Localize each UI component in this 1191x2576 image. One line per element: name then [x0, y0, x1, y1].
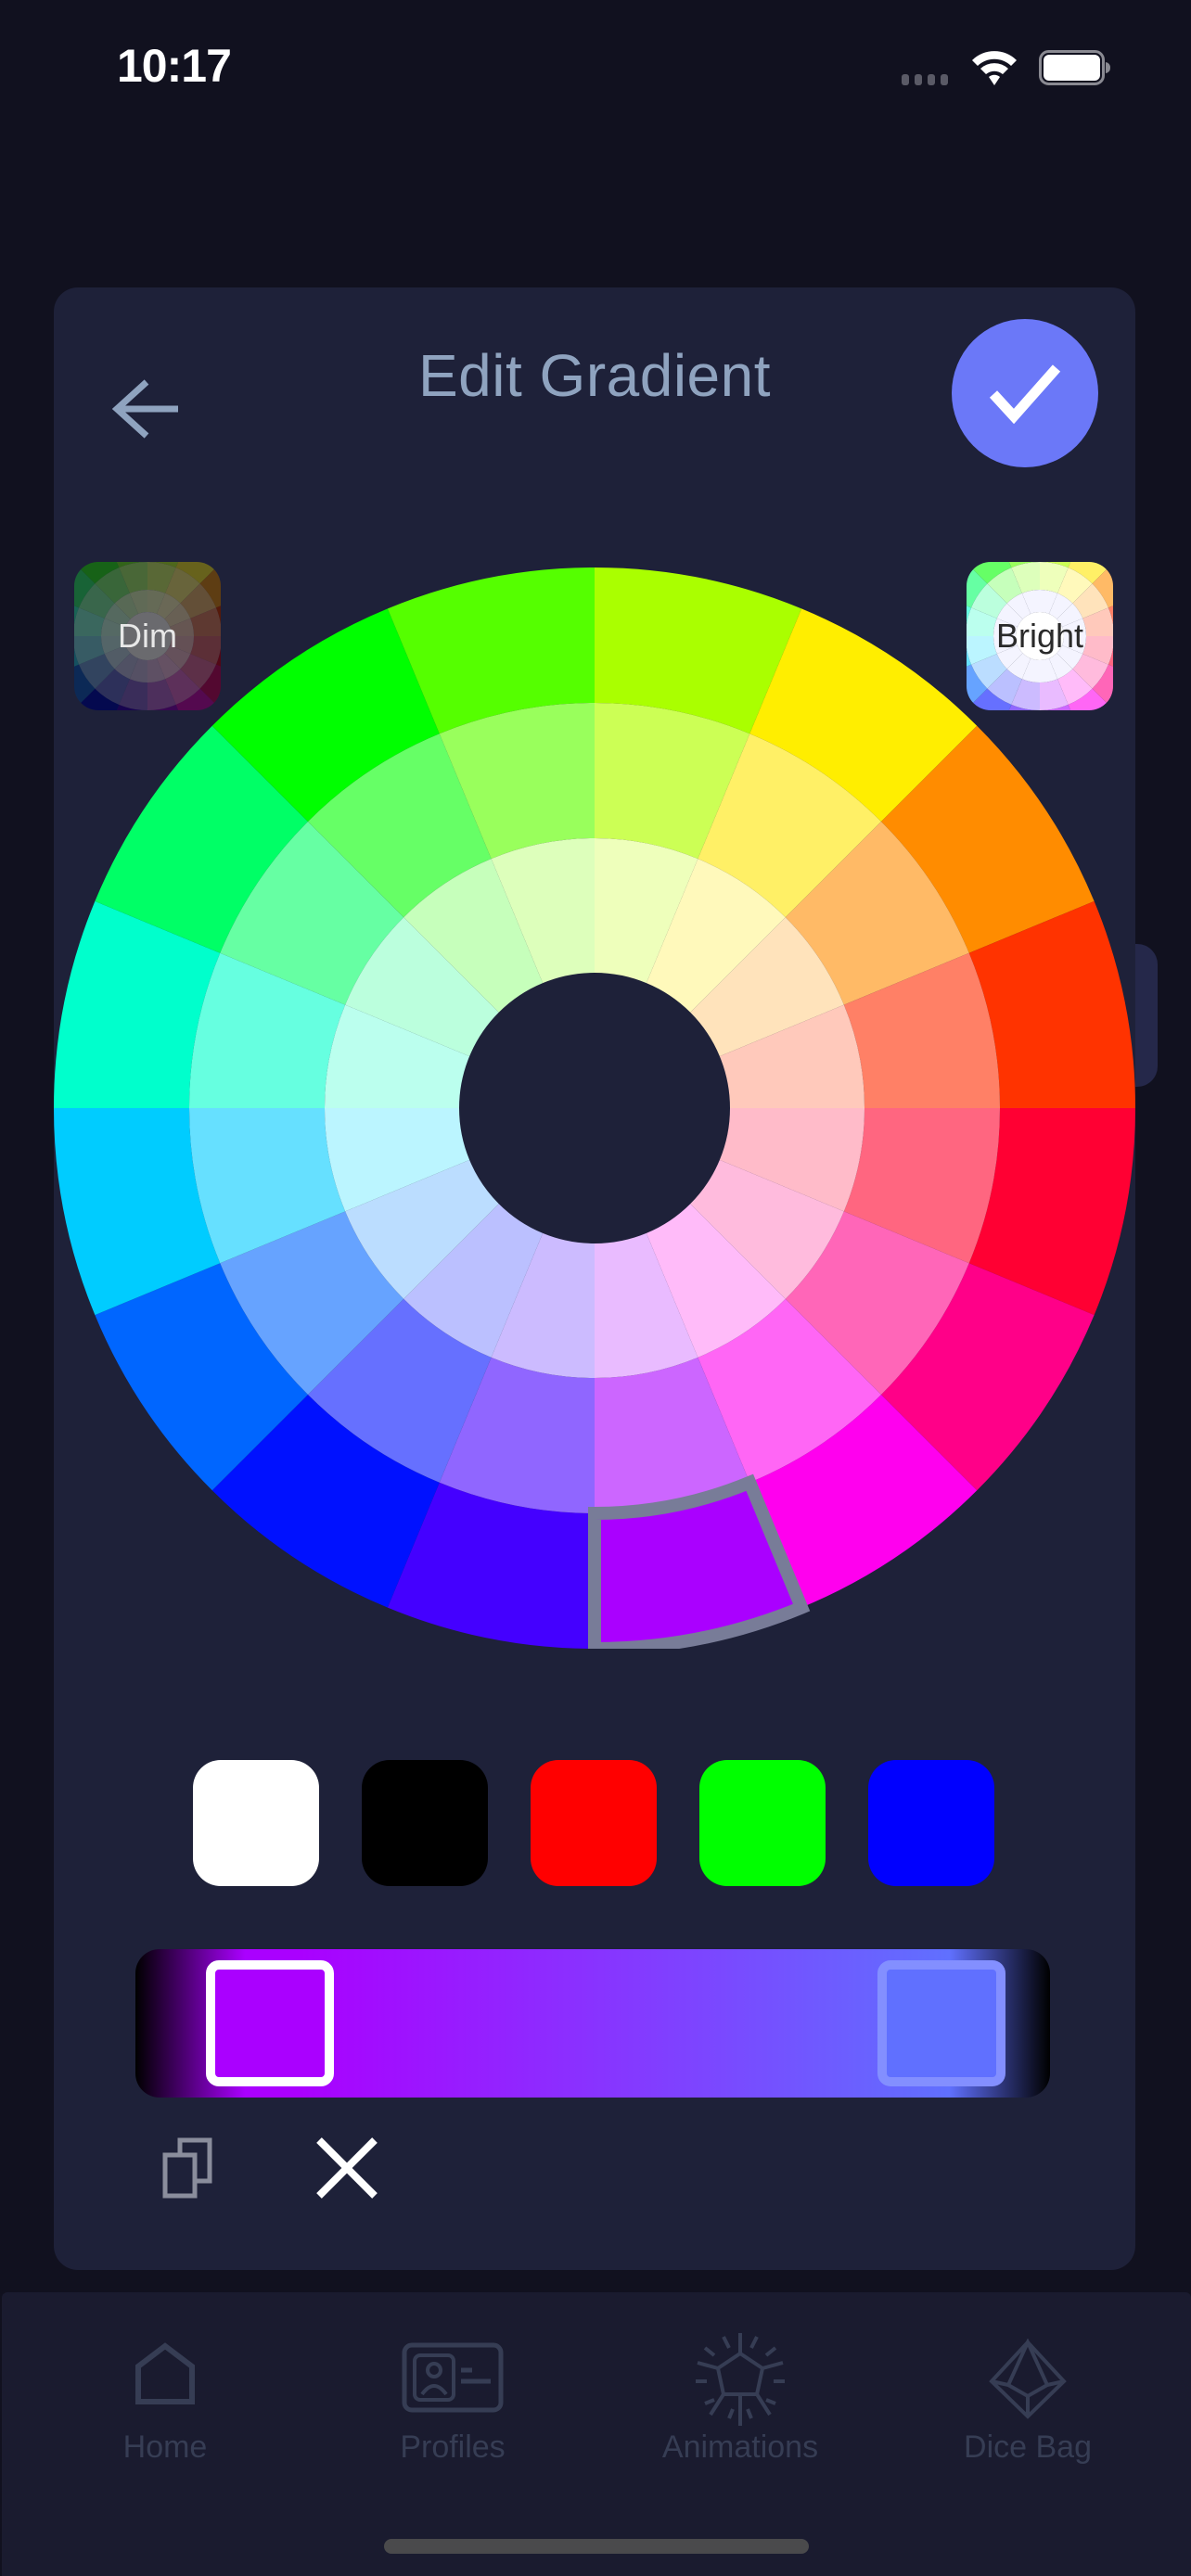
- tab-home[interactable]: Home: [54, 2292, 276, 2478]
- home-icon: [135, 2342, 195, 2404]
- dim-label: Dim: [118, 617, 177, 655]
- delete-stop-button[interactable]: [314, 2135, 380, 2201]
- status-time: 10:17: [117, 40, 232, 92]
- close-x-icon: [316, 2137, 378, 2199]
- tab-profiles[interactable]: Profiles: [341, 2292, 564, 2478]
- profile-card-icon: [402, 2342, 504, 2413]
- bright-preset-button[interactable]: Bright: [967, 562, 1113, 710]
- background-panel-edge: [1135, 944, 1158, 1087]
- edit-gradient-modal: Edit Gradient Dim Bright: [54, 287, 1135, 2270]
- sun-die-icon: [696, 2333, 785, 2426]
- duplicate-stop-button[interactable]: [156, 2135, 223, 2201]
- d10-die-icon: [989, 2339, 1067, 2419]
- gradient-stop-handle[interactable]: [206, 1960, 334, 2086]
- swatch-green[interactable]: [699, 1760, 826, 1886]
- swatch-blue[interactable]: [868, 1760, 994, 1886]
- bright-label: Bright: [995, 617, 1084, 655]
- tab-label: Dice Bag: [964, 2429, 1092, 2465]
- dim-preset-button[interactable]: Dim: [74, 562, 221, 710]
- swatch-black[interactable]: [362, 1760, 488, 1886]
- duplicate-icon: [162, 2137, 212, 2199]
- tab-label: Profiles: [400, 2429, 506, 2465]
- tab-dice-bag[interactable]: Dice Bag: [916, 2292, 1139, 2478]
- gradient-bar[interactable]: [135, 1949, 1050, 2098]
- tab-bar: Home Profiles Animations Dice Bag: [2, 2292, 1191, 2576]
- color-wheel[interactable]: [54, 567, 1135, 1649]
- battery-icon: [1039, 50, 1110, 85]
- tab-animations[interactable]: Animations: [629, 2292, 852, 2478]
- tab-label: Home: [122, 2429, 208, 2465]
- tab-label: Animations: [661, 2429, 819, 2465]
- home-indicator: [384, 2539, 809, 2554]
- cellular-signal-icon: [902, 74, 948, 85]
- confirm-button[interactable]: [952, 319, 1098, 467]
- wifi-icon: [972, 51, 1017, 85]
- color-swatches: [193, 1760, 996, 1886]
- swatch-red[interactable]: [531, 1760, 657, 1886]
- gradient-stop-handle[interactable]: [877, 1960, 1005, 2086]
- background-header: Waterfall: [0, 185, 1191, 452]
- swatch-white[interactable]: [193, 1760, 319, 1886]
- status-bar: 10:17: [0, 0, 1191, 130]
- checkmark-icon: [989, 364, 1061, 424]
